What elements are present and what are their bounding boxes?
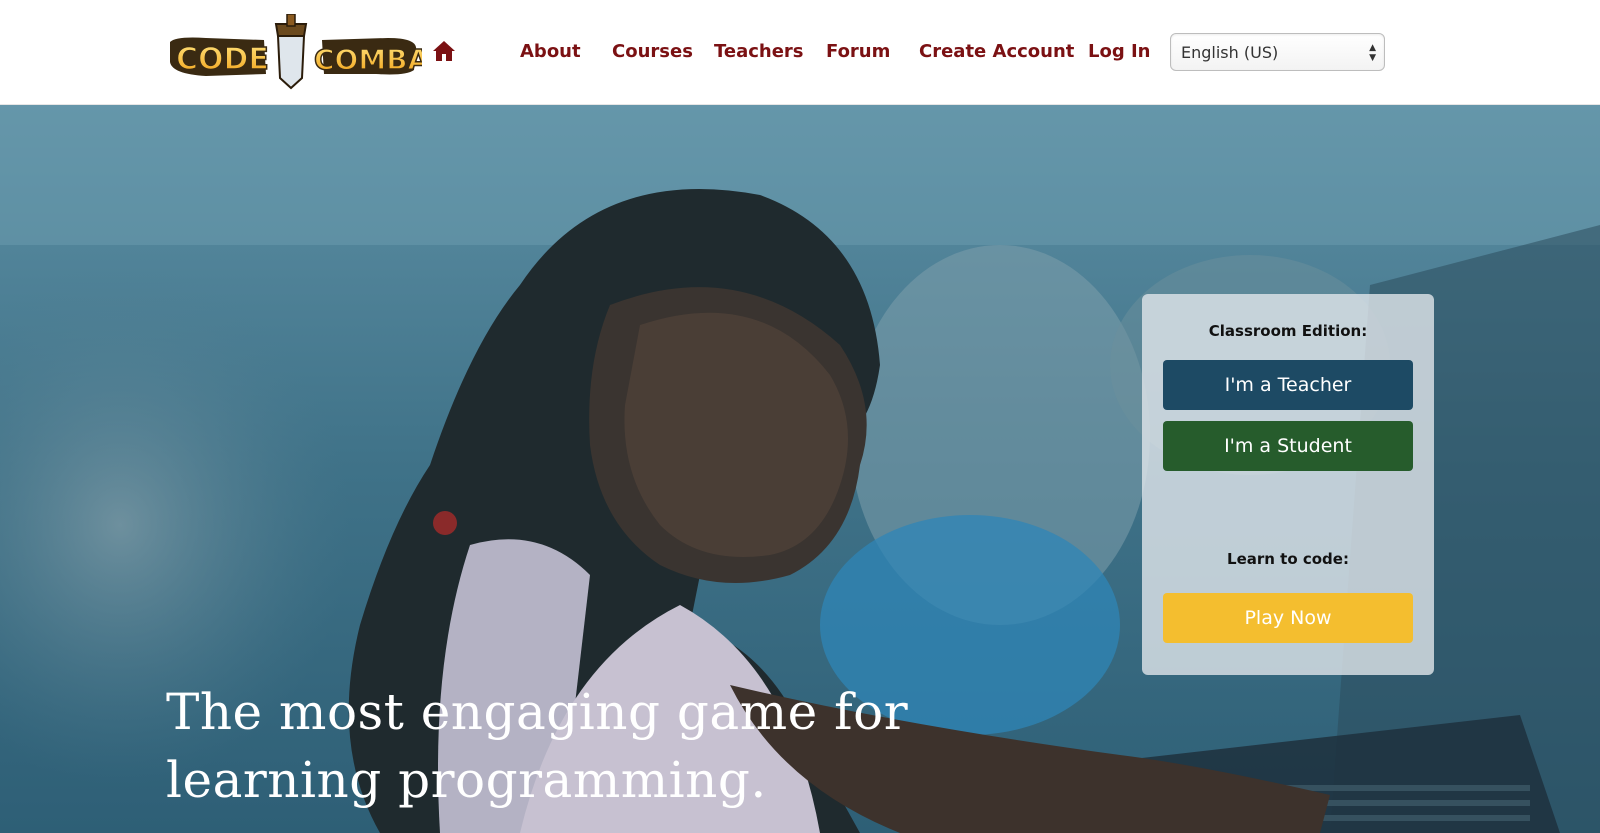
nav-about[interactable]: About [520,40,581,64]
learn-to-code-label: Learn to code: [1227,550,1349,568]
top-navbar: CODE COMBAT About Courses Teachers Forum… [0,0,1600,105]
language-select-value: English (US) [1181,43,1279,62]
select-arrows-icon: ▲ ▼ [1369,43,1376,63]
logo-code-text: CODE [176,42,269,77]
nav-courses[interactable]: Courses [612,40,693,64]
hero-headline: The most engaging game for learning prog… [166,683,909,809]
nav-log-in[interactable]: Log In [1088,40,1151,64]
home-icon[interactable] [431,38,457,64]
signup-panel: Classroom Edition: I'm a Teacher I'm a S… [1142,294,1434,675]
teacher-button[interactable]: I'm a Teacher [1163,360,1413,410]
codecombat-logo[interactable]: CODE COMBAT [166,13,447,90]
nav-teachers[interactable]: Teachers [714,40,804,64]
language-select[interactable]: English (US) ▲ ▼ [1170,33,1385,71]
logo-graphic: CODE COMBAT [170,13,447,90]
nav-create-account[interactable]: Create Account [919,40,1074,64]
classroom-edition-label: Classroom Edition: [1208,322,1368,340]
play-now-button[interactable]: Play Now [1163,593,1413,643]
student-button[interactable]: I'm a Student [1163,421,1413,471]
logo-combat-text: COMBAT [314,43,422,76]
nav-forum[interactable]: Forum [826,40,890,64]
